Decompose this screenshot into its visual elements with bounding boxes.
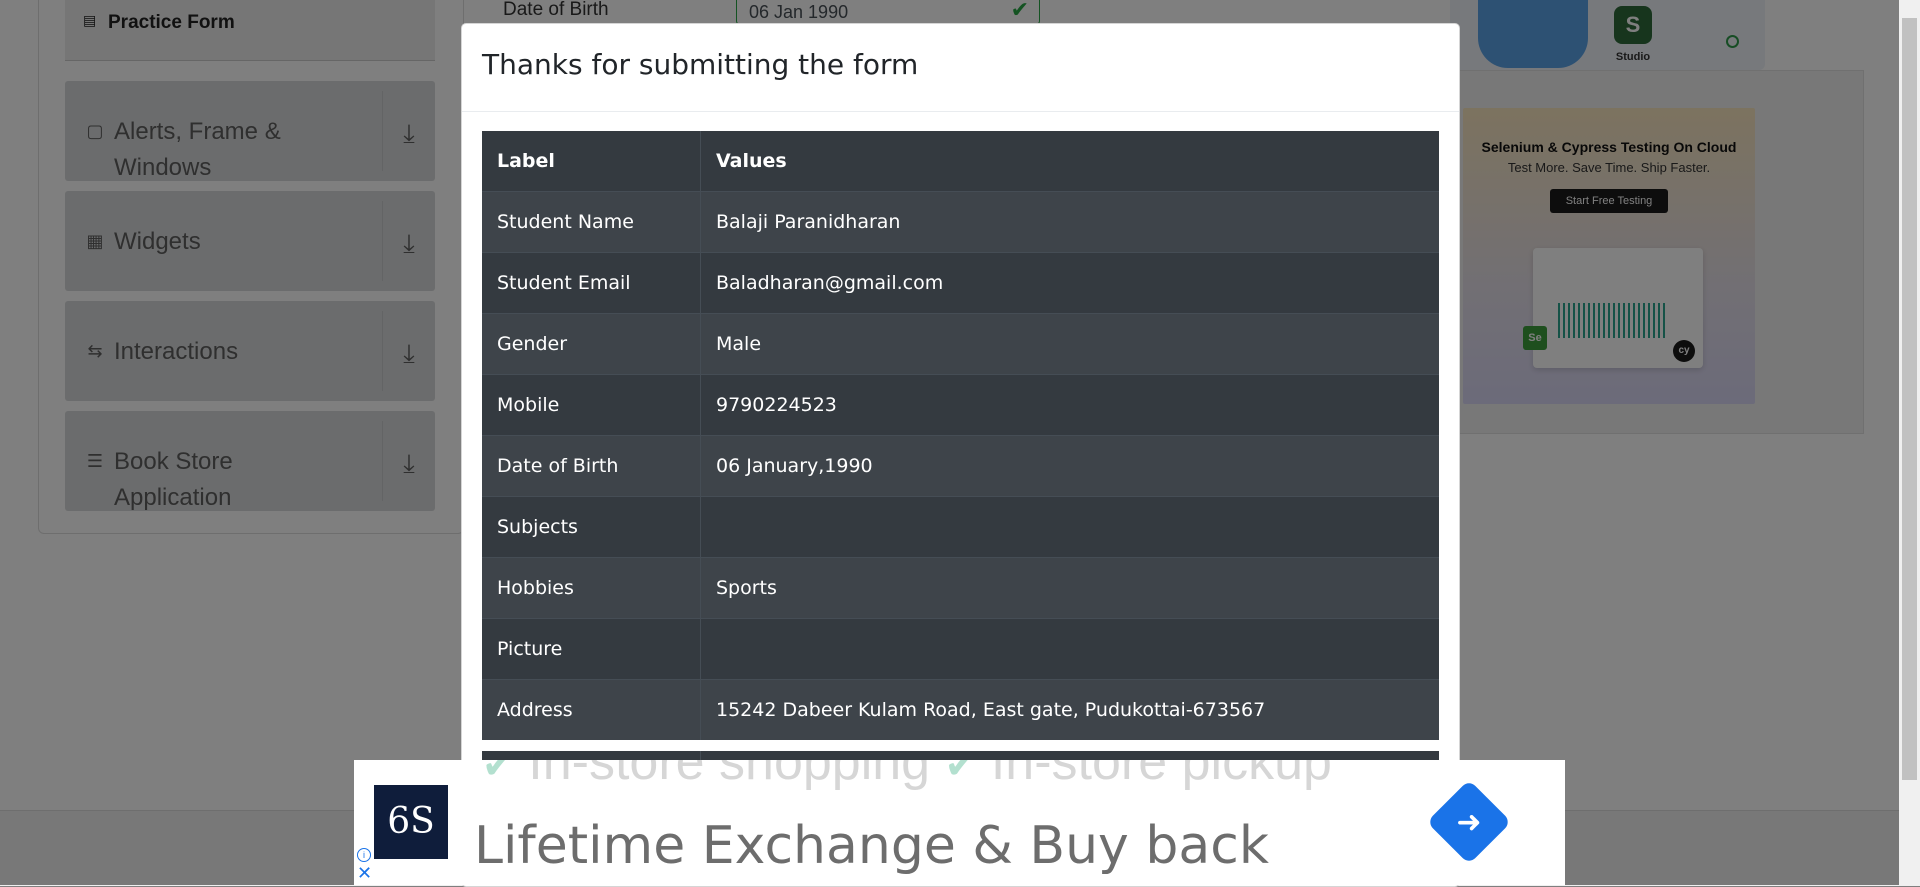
row-value bbox=[700, 618, 1439, 680]
row-label: Student Name bbox=[482, 191, 701, 253]
bottom-ad-banner[interactable]: ✔ In-store shopping ✔ In-store pickup 6S… bbox=[354, 760, 1565, 885]
vertical-scrollbar[interactable] bbox=[1899, 0, 1920, 885]
row-value bbox=[700, 496, 1439, 558]
column-header-label: Label bbox=[482, 131, 701, 192]
table-row: Address 15242 Dabeer Kulam Road, East ga… bbox=[482, 679, 1439, 740]
row-value: 9790224523 bbox=[700, 374, 1439, 436]
table-row: Gender Male bbox=[482, 313, 1439, 375]
table-row: Mobile 9790224523 bbox=[482, 374, 1439, 436]
row-label: Address bbox=[482, 679, 701, 740]
ad-headline: Lifetime Exchange & Buy back bbox=[474, 816, 1269, 876]
row-value: 15242 Dabeer Kulam Road, East gate, Pudu… bbox=[700, 679, 1439, 740]
results-table: Label Values Student Name Balaji Paranid… bbox=[482, 131, 1439, 740]
row-label: Hobbies bbox=[482, 557, 701, 619]
check-icon: ✔ bbox=[482, 760, 514, 787]
modal-header: Thanks for submitting the form bbox=[462, 24, 1459, 112]
ad-info-icon[interactable]: i bbox=[357, 848, 371, 862]
row-label: Mobile bbox=[482, 374, 701, 436]
ad-ghost-left: In-store shopping bbox=[528, 760, 931, 791]
check-icon: ✔ bbox=[944, 760, 977, 787]
scrollbar-thumb[interactable] bbox=[1902, 18, 1917, 780]
results-table-wrapper: Label Values Student Name Balaji Paranid… bbox=[482, 131, 1439, 740]
row-value: Balaji Paranidharan bbox=[700, 191, 1439, 253]
ad-ghost-right: In-store pickup bbox=[990, 760, 1332, 791]
row-label: Gender bbox=[482, 313, 701, 375]
column-header-values: Values bbox=[700, 131, 1439, 192]
submission-modal: Thanks for submitting the form Label Val… bbox=[461, 23, 1460, 887]
table-header-row: Label Values bbox=[482, 131, 1439, 192]
directions-icon: ➜ bbox=[1456, 805, 1482, 839]
ad-ghost-text: ✔ In-store shopping ✔ In-store pickup bbox=[482, 760, 1332, 792]
modal-title: Thanks for submitting the form bbox=[482, 48, 919, 81]
row-value: Baladharan@gmail.com bbox=[700, 252, 1439, 314]
table-row: Date of Birth 06 January,1990 bbox=[482, 435, 1439, 497]
table-row: Picture bbox=[482, 618, 1439, 680]
table-row: Student Email Baladharan@gmail.com bbox=[482, 252, 1439, 314]
row-label: Picture bbox=[482, 618, 701, 680]
table-row: Hobbies Sports bbox=[482, 557, 1439, 619]
row-value: Sports bbox=[700, 557, 1439, 619]
table-row: Student Name Balaji Paranidharan bbox=[482, 191, 1439, 253]
row-label: Subjects bbox=[482, 496, 701, 558]
row-value: Male bbox=[700, 313, 1439, 375]
table-row: Subjects bbox=[482, 496, 1439, 558]
close-icon[interactable]: ✕ bbox=[357, 864, 372, 882]
brand-logo: 6S bbox=[374, 785, 448, 859]
row-label: Date of Birth bbox=[482, 435, 701, 497]
row-label: Student Email bbox=[482, 252, 701, 314]
row-value: 06 January,1990 bbox=[700, 435, 1439, 497]
